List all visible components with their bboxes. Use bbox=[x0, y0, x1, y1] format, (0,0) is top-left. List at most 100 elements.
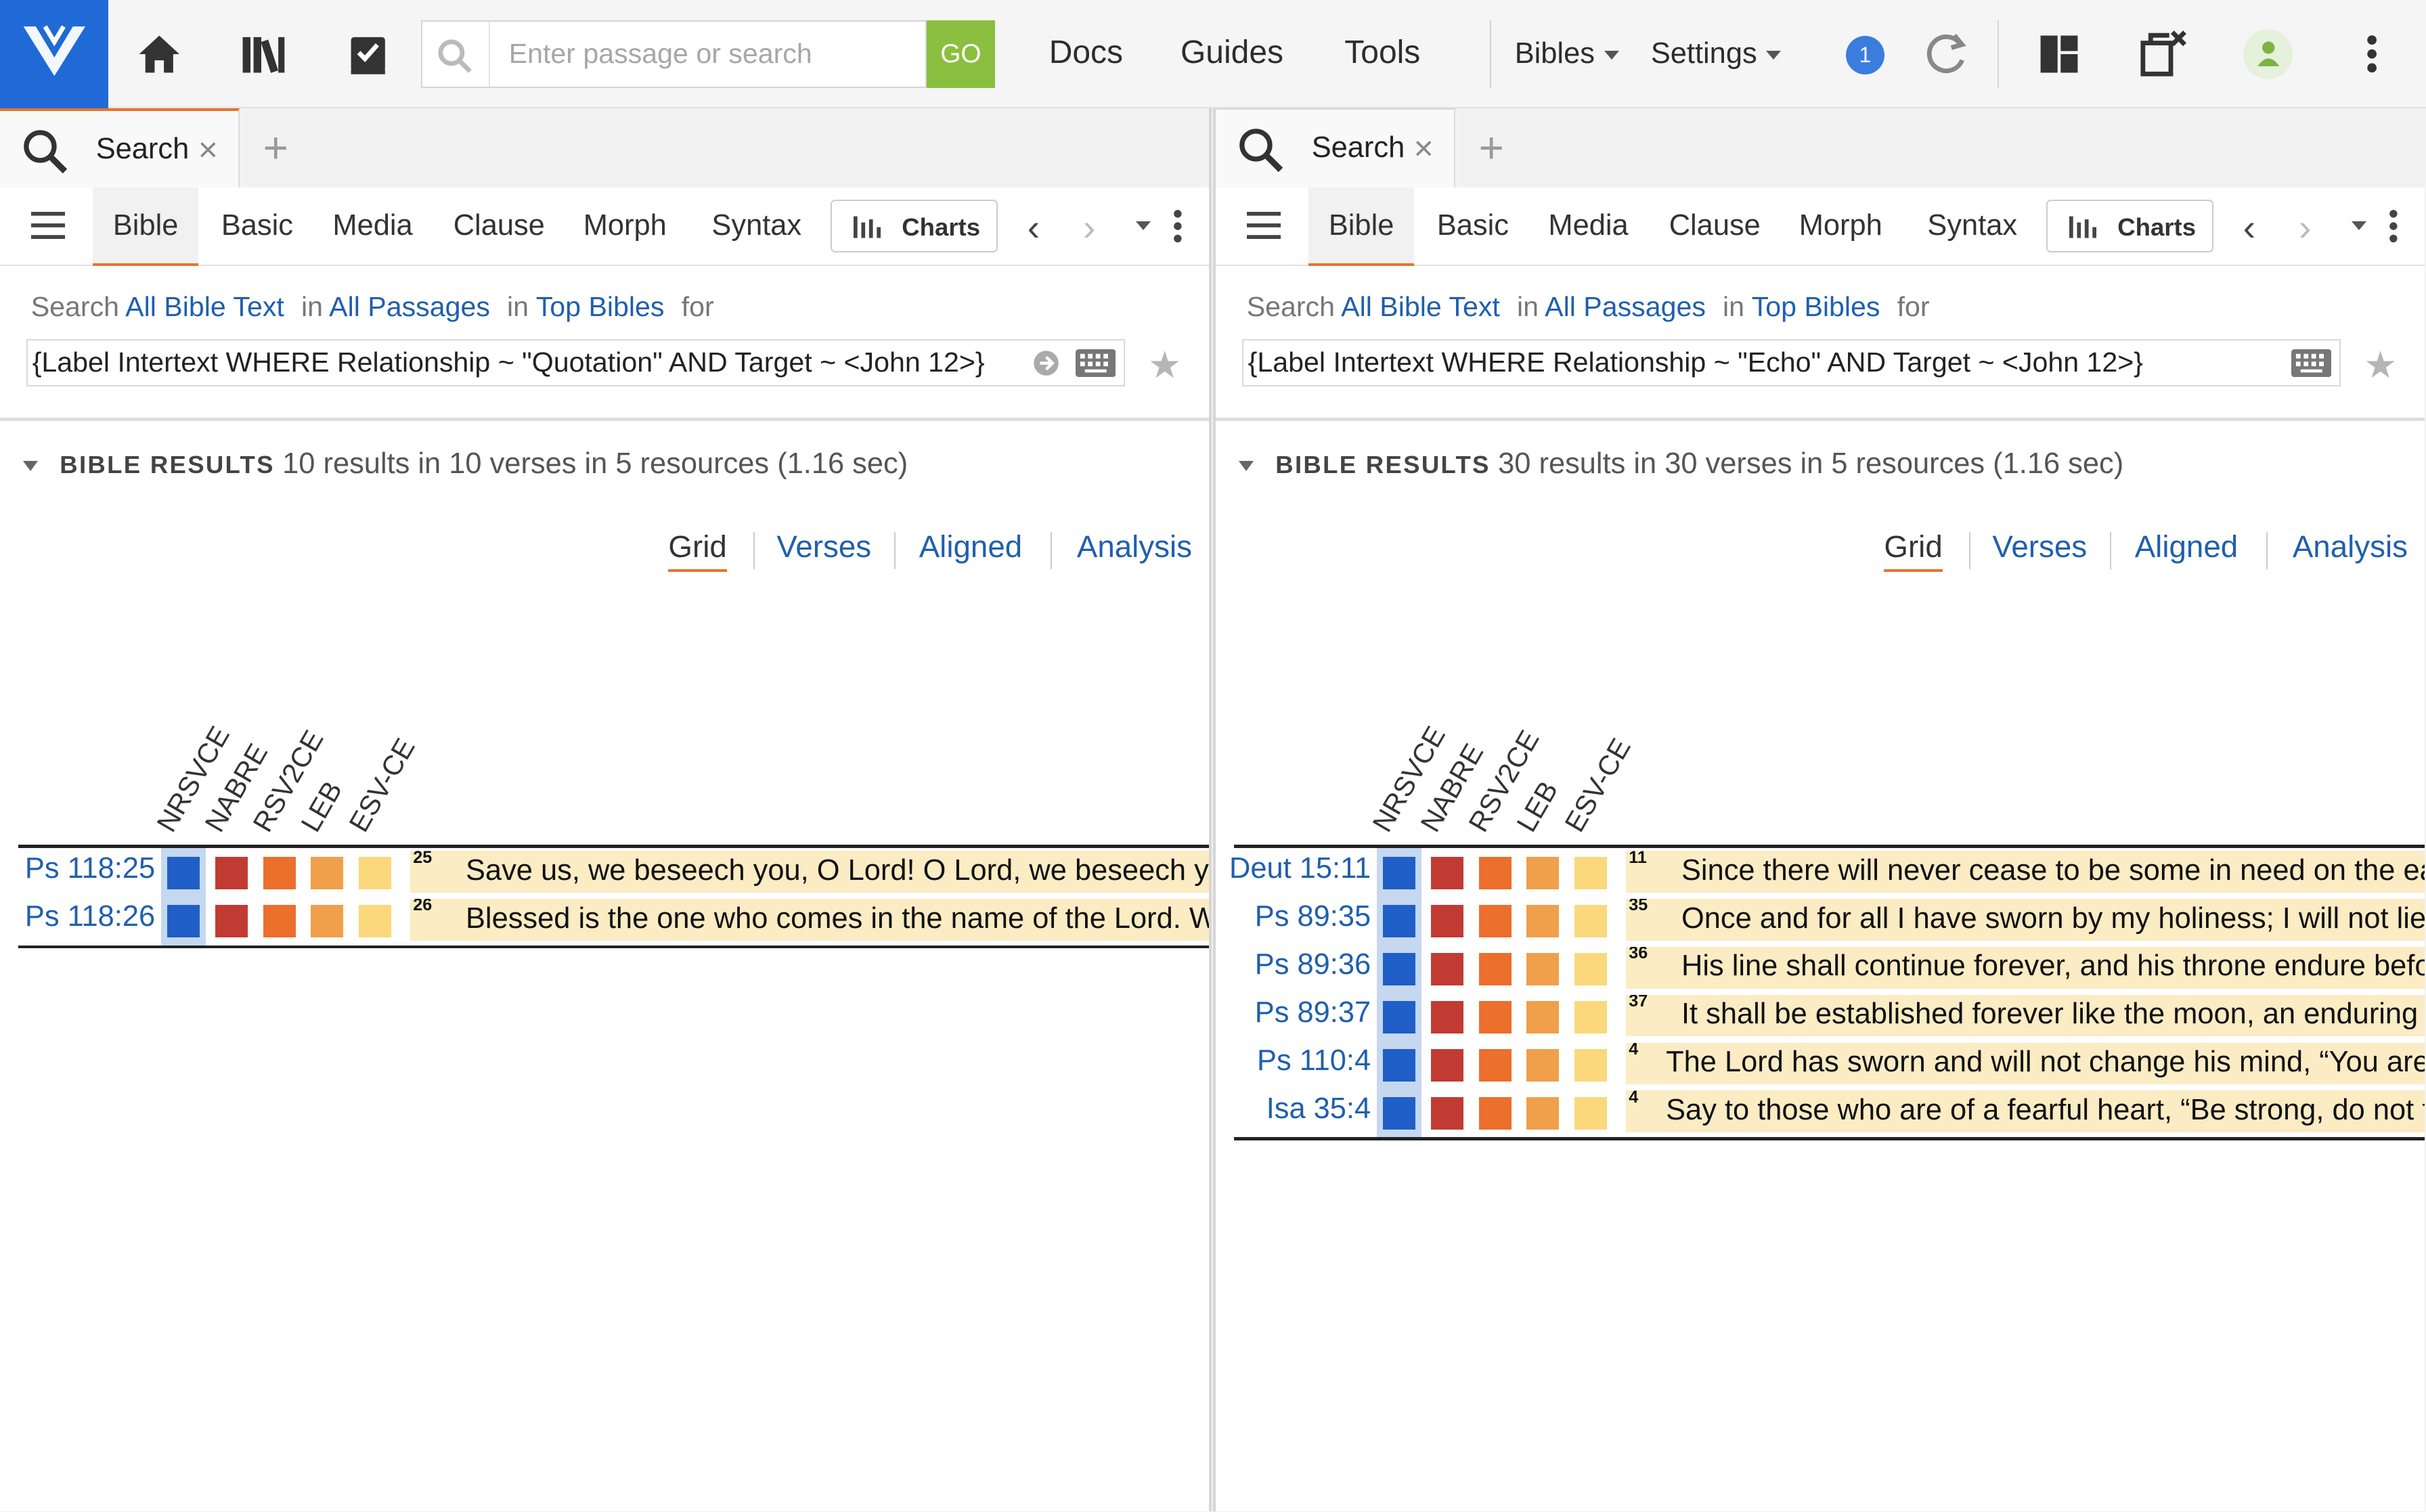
grid-cell-nrsvce[interactable] bbox=[1382, 952, 1415, 985]
layouts-icon[interactable] bbox=[2033, 28, 2086, 81]
grid-cell-rsv2ce[interactable] bbox=[1478, 1048, 1512, 1082]
results-header[interactable]: BIBLE RESULTS 30 results in 30 verses in … bbox=[1239, 447, 2123, 481]
grid-cell-leb[interactable] bbox=[1526, 905, 1560, 938]
back-arrow-icon[interactable]: ‹ bbox=[1028, 206, 1040, 249]
view-verses[interactable]: Verses bbox=[1992, 529, 2087, 564]
guides-menu[interactable]: Guides bbox=[1181, 34, 1283, 71]
verse-text[interactable]: 36 His line shall continue forever, and h… bbox=[1625, 946, 2425, 989]
grid-cell-rsv2ce[interactable] bbox=[263, 857, 296, 890]
keyboard-icon[interactable] bbox=[2291, 349, 2332, 378]
view-aligned[interactable]: Aligned bbox=[2135, 529, 2238, 564]
passage-search-input[interactable] bbox=[508, 35, 911, 73]
view-verses[interactable]: Verses bbox=[776, 529, 871, 564]
result-row[interactable]: Ps 110:4 4 The Lord has sworn and will not… bbox=[1216, 1040, 2425, 1088]
query-input[interactable]: {Label Intertext WHERE Relationship ~ "E… bbox=[1241, 338, 2341, 387]
verse-reference-link[interactable]: Ps 89:35 bbox=[1255, 900, 1371, 933]
passage-search-box[interactable] bbox=[420, 20, 927, 89]
result-row[interactable]: Ps 89:36 36 His line shall continue foreve… bbox=[1216, 943, 2425, 992]
tab-basic[interactable]: Basic bbox=[1437, 209, 1509, 242]
user-avatar-icon[interactable] bbox=[2243, 29, 2293, 79]
grid-cell-rsv2ce[interactable] bbox=[1478, 952, 1512, 985]
tab-morph[interactable]: Morph bbox=[583, 209, 667, 242]
verse-reference-link[interactable]: Ps 89:36 bbox=[1255, 948, 1371, 981]
grid-cell-nabre[interactable] bbox=[215, 857, 248, 890]
close-tab-icon[interactable]: × bbox=[1414, 128, 1434, 168]
results-header[interactable]: BIBLE RESULTS 10 results in 10 verses in … bbox=[23, 447, 908, 481]
grid-cell-esv-ce[interactable] bbox=[1574, 857, 1608, 890]
column-header-esv-ce[interactable]: ESV-CE bbox=[1558, 733, 1644, 841]
tab-bible[interactable]: Bible bbox=[1308, 187, 1414, 267]
grid-cell-leb[interactable] bbox=[1526, 952, 1560, 985]
result-row[interactable]: Isa 35:4 4 Say to those who are of a fearf… bbox=[1216, 1088, 2425, 1136]
verse-reference-link[interactable]: Ps 118:25 bbox=[25, 852, 155, 885]
tab-media[interactable]: Media bbox=[332, 209, 412, 242]
verse-reference-link[interactable]: Ps 110:4 bbox=[1257, 1044, 1371, 1077]
verse-text[interactable]: 26 Blessed is the one who comes in the na… bbox=[410, 898, 1209, 941]
resources-link[interactable]: Top Bibles bbox=[1752, 291, 1880, 322]
grid-cell-nrsvce[interactable] bbox=[1382, 1096, 1415, 1130]
sync-icon[interactable] bbox=[1918, 28, 1971, 81]
grid-cell-leb[interactable] bbox=[311, 857, 344, 890]
grid-cell-nrsvce[interactable] bbox=[1382, 1000, 1415, 1033]
home-icon[interactable] bbox=[133, 28, 186, 81]
grid-cell-rsv2ce[interactable] bbox=[1478, 1096, 1512, 1130]
charts-button[interactable]: Charts bbox=[831, 199, 998, 252]
column-header-esv-ce[interactable]: ESV-CE bbox=[343, 733, 428, 841]
keyboard-icon[interactable] bbox=[1075, 349, 1116, 378]
favorite-star-icon[interactable]: ★ bbox=[2364, 343, 2397, 386]
grid-cell-nrsvce[interactable] bbox=[167, 857, 200, 890]
favorite-star-icon[interactable]: ★ bbox=[1148, 343, 1181, 386]
grid-cell-rsv2ce[interactable] bbox=[1478, 1000, 1512, 1033]
verse-text[interactable]: 25 Save us, we beseech you, O Lord! O Lor… bbox=[410, 851, 1209, 893]
back-arrow-icon[interactable]: ‹ bbox=[2243, 206, 2255, 249]
tab-syntax[interactable]: Syntax bbox=[711, 209, 801, 242]
result-row[interactable]: Ps 89:37 37 It shall be established foreve… bbox=[1216, 992, 2425, 1040]
grid-cell-nrsvce[interactable] bbox=[1382, 905, 1415, 938]
result-row[interactable]: Deut 15:11 11 Since there will never cease… bbox=[1216, 848, 2425, 896]
hamburger-menu-icon[interactable] bbox=[1246, 212, 1281, 240]
grid-cell-esv-ce[interactable] bbox=[1574, 952, 1608, 985]
verse-reference-link[interactable]: Deut 15:11 bbox=[1229, 852, 1371, 885]
grid-cell-nabre[interactable] bbox=[215, 905, 248, 938]
grid-cell-leb[interactable] bbox=[1526, 857, 1560, 890]
result-row[interactable]: Ps 89:35 35 Once and for all I have sworn … bbox=[1216, 895, 2425, 943]
verse-reference-link[interactable]: Ps 89:37 bbox=[1255, 996, 1371, 1029]
grid-cell-leb[interactable] bbox=[311, 905, 344, 938]
tab-clause[interactable]: Clause bbox=[454, 209, 545, 242]
grid-cell-esv-ce[interactable] bbox=[1574, 1048, 1608, 1082]
tools-menu[interactable]: Tools bbox=[1344, 34, 1420, 71]
grid-cell-nabre[interactable] bbox=[1430, 857, 1463, 890]
passages-link[interactable]: All Passages bbox=[1545, 291, 1706, 322]
tab-clause[interactable]: Clause bbox=[1669, 209, 1761, 242]
docs-menu[interactable]: Docs bbox=[1049, 34, 1123, 71]
logos-logo-icon[interactable] bbox=[0, 0, 108, 108]
result-row[interactable]: Ps 118:26 26 Blessed is the one who comes … bbox=[0, 895, 1209, 943]
bibles-dropdown[interactable]: Bibles bbox=[1515, 37, 1619, 70]
more-menu-icon[interactable] bbox=[2345, 28, 2398, 81]
forward-arrow-icon[interactable]: › bbox=[1083, 206, 1095, 249]
verse-reference-link[interactable]: Isa 35:4 bbox=[1266, 1092, 1371, 1126]
grid-cell-nrsvce[interactable] bbox=[1382, 857, 1415, 890]
grid-cell-esv-ce[interactable] bbox=[1574, 905, 1608, 938]
go-button[interactable]: GO bbox=[927, 20, 995, 89]
grid-cell-nabre[interactable] bbox=[1430, 1000, 1463, 1033]
tab-search[interactable]: Search × bbox=[0, 108, 240, 187]
grid-cell-esv-ce[interactable] bbox=[359, 857, 392, 890]
tab-basic[interactable]: Basic bbox=[221, 209, 293, 242]
add-tab-button[interactable]: + bbox=[263, 123, 288, 173]
close-panels-icon[interactable] bbox=[2137, 28, 2190, 81]
grid-cell-nrsvce[interactable] bbox=[1382, 1048, 1415, 1082]
verse-text[interactable]: 37 It shall be established forever like t… bbox=[1625, 994, 2425, 1037]
grid-cell-nrsvce[interactable] bbox=[167, 905, 200, 938]
verse-reference-link[interactable]: Ps 118:26 bbox=[25, 900, 155, 933]
settings-dropdown[interactable]: Settings bbox=[1651, 37, 1782, 70]
view-analysis[interactable]: Analysis bbox=[2293, 529, 2408, 564]
verse-text[interactable]: 4 The Lord has sworn and will not change … bbox=[1625, 1042, 2425, 1085]
add-tab-button[interactable]: + bbox=[1479, 123, 1504, 173]
run-search-icon[interactable] bbox=[1032, 349, 1060, 377]
tab-search[interactable]: Search × bbox=[1215, 108, 1456, 187]
documents-checklist-icon[interactable] bbox=[342, 28, 395, 81]
grid-cell-nabre[interactable] bbox=[1430, 905, 1463, 938]
query-input[interactable]: {Label Intertext WHERE Relationship ~ "Q… bbox=[26, 338, 1125, 387]
charts-button[interactable]: Charts bbox=[2046, 199, 2214, 252]
